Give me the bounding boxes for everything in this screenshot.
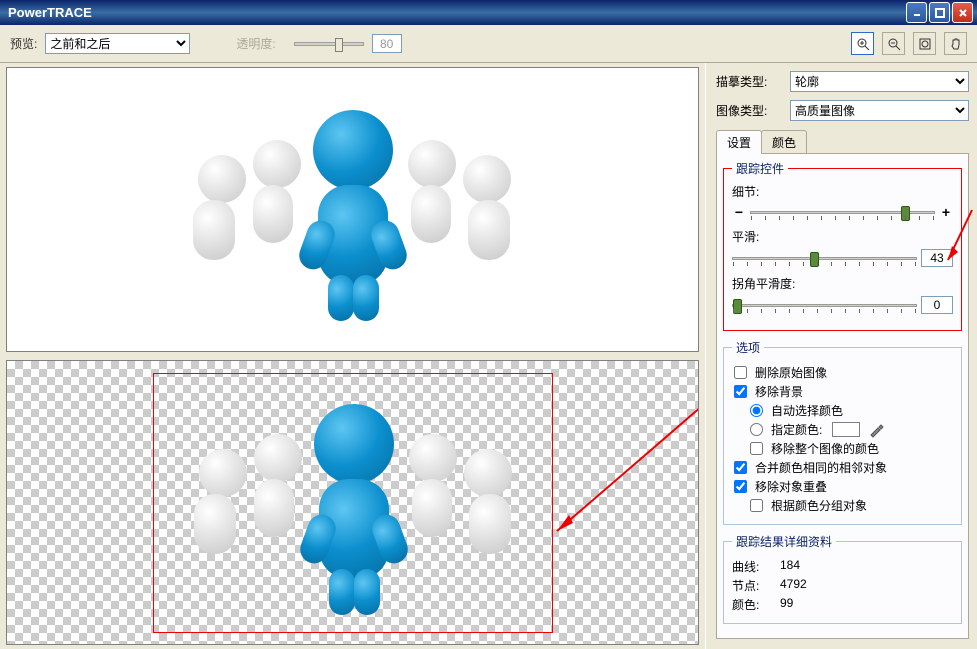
tab-settings[interactable]: 设置 — [716, 130, 762, 154]
detail-label: 细节: — [732, 183, 953, 200]
zoom-fit-button[interactable] — [913, 32, 936, 55]
preview-mode-select[interactable]: 之前和之后 — [45, 33, 190, 54]
colors-value: 99 — [780, 596, 793, 613]
options-legend: 选项 — [732, 339, 764, 356]
group-by-color-checkbox[interactable] — [750, 499, 763, 512]
eyedropper-icon[interactable] — [868, 422, 884, 438]
maximize-button[interactable] — [929, 2, 950, 23]
merge-same-checkbox[interactable] — [734, 461, 747, 474]
before-preview — [6, 67, 699, 352]
colors-label: 颜色: — [732, 596, 780, 613]
color-swatch[interactable] — [832, 422, 860, 437]
trace-type-label: 描摹类型: — [716, 73, 786, 90]
curves-label: 曲线: — [732, 558, 780, 575]
preview-label: 预览: — [10, 35, 37, 52]
smooth-slider[interactable] — [732, 257, 917, 260]
remove-whole-color-checkbox[interactable] — [750, 442, 763, 455]
close-button[interactable] — [952, 2, 973, 23]
window-titlebar: PowerTRACE — [0, 0, 977, 25]
results-group: 跟踪结果详细资料 曲线:184 节点:4792 颜色:99 — [723, 533, 962, 624]
top-toolbar: 预览: 之前和之后 透明度: 80 — [0, 25, 977, 63]
remove-bg-label: 移除背景 — [755, 383, 803, 400]
minimize-button[interactable] — [906, 2, 927, 23]
smooth-label: 平滑: — [732, 228, 953, 245]
annotation-arrow-upper — [944, 208, 974, 268]
auto-color-radio[interactable] — [750, 404, 763, 417]
specify-color-label: 指定颜色: — [771, 421, 822, 438]
annotation-arrow-lower — [547, 401, 699, 541]
pan-button[interactable] — [944, 32, 967, 55]
opacity-value: 80 — [372, 34, 402, 53]
curves-value: 184 — [780, 558, 800, 575]
options-group: 选项 删除原始图像 移除背景 自动选择颜色 指定颜色: 移除整个图像的颜色 合并… — [723, 339, 962, 525]
specify-color-radio[interactable] — [750, 423, 763, 436]
remove-whole-color-label: 移除整个图像的颜色 — [771, 440, 879, 457]
image-type-label: 图像类型: — [716, 102, 786, 119]
corner-value[interactable]: 0 — [921, 296, 953, 314]
corner-slider[interactable] — [732, 304, 917, 307]
merge-same-label: 合并颜色相同的相邻对象 — [755, 459, 887, 476]
delete-original-label: 删除原始图像 — [755, 364, 827, 381]
detail-slider[interactable] — [750, 211, 935, 214]
window-title: PowerTRACE — [8, 5, 904, 20]
nodes-label: 节点: — [732, 577, 780, 594]
preview-pane — [0, 63, 705, 649]
settings-panel: 描摹类型: 轮廓 图像类型: 高质量图像 设置 颜色 跟踪控件 细节: − — [705, 63, 977, 649]
detail-minus-icon[interactable]: − — [732, 204, 746, 220]
remove-overlap-label: 移除对象重叠 — [755, 478, 827, 495]
opacity-slider[interactable] — [294, 42, 364, 46]
after-preview — [6, 360, 699, 645]
tab-color[interactable]: 颜色 — [761, 130, 807, 154]
results-legend: 跟踪结果详细资料 — [732, 533, 836, 550]
trace-controls-legend: 跟踪控件 — [732, 160, 788, 177]
delete-original-checkbox[interactable] — [734, 366, 747, 379]
group-by-color-label: 根据颜色分组对象 — [771, 497, 867, 514]
zoom-in-button[interactable] — [851, 32, 874, 55]
nodes-value: 4792 — [780, 577, 807, 594]
remove-overlap-checkbox[interactable] — [734, 480, 747, 493]
opacity-label: 透明度: — [236, 35, 275, 52]
zoom-out-button[interactable] — [882, 32, 905, 55]
corner-label: 拐角平滑度: — [732, 275, 953, 292]
image-type-select[interactable]: 高质量图像 — [790, 100, 969, 121]
trace-controls-group: 跟踪控件 细节: − + 平滑: 43 — [723, 160, 962, 331]
remove-bg-checkbox[interactable] — [734, 385, 747, 398]
trace-type-select[interactable]: 轮廓 — [790, 71, 969, 92]
settings-tabs: 设置 颜色 — [716, 129, 969, 153]
auto-color-label: 自动选择颜色 — [771, 402, 843, 419]
